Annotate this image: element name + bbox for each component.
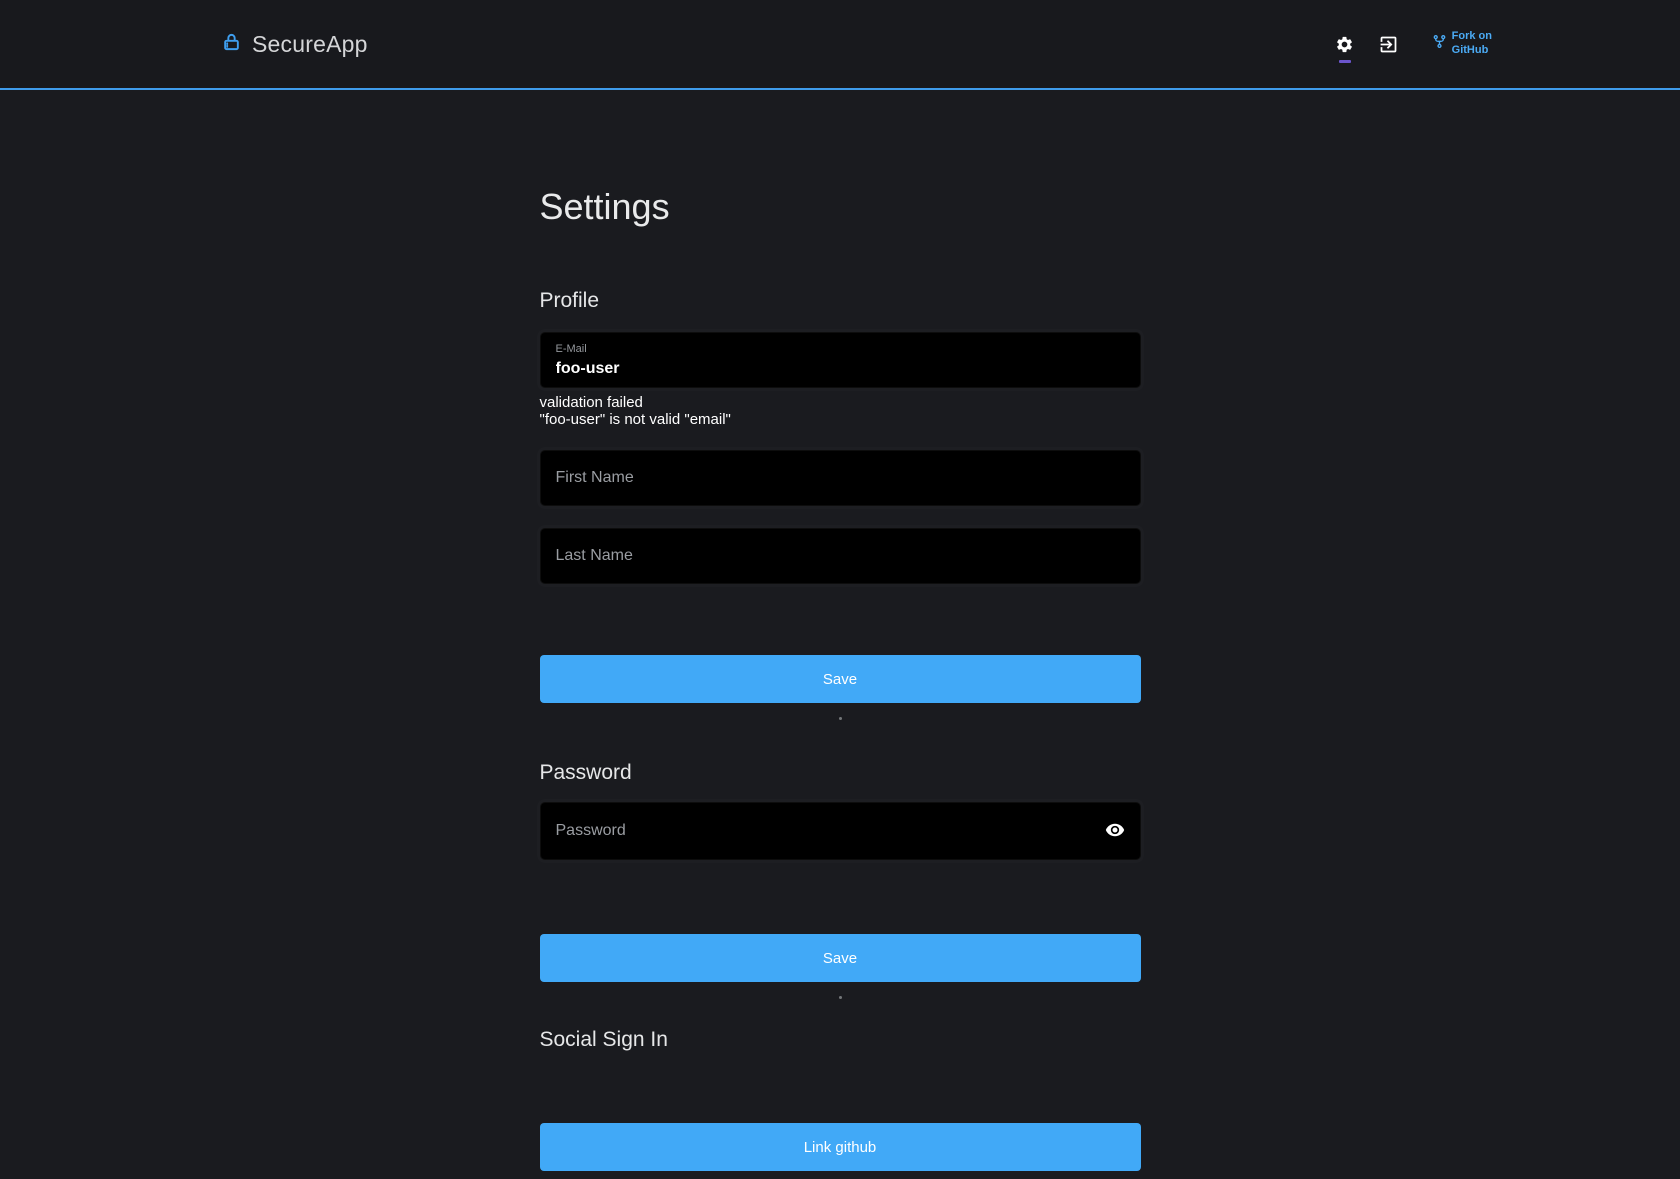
fork-on-github-link[interactable]: Fork on GitHub — [1432, 30, 1492, 58]
eye-icon — [1105, 820, 1125, 843]
toggle-password-visibility-button[interactable] — [1101, 817, 1129, 845]
last-name-input[interactable] — [541, 529, 1140, 583]
link-github-button[interactable]: Link github — [540, 1123, 1141, 1171]
email-field-label: E-Mail — [556, 342, 1125, 356]
password-section-heading: Password — [540, 760, 1141, 786]
app-header: SecureApp — [0, 0, 1680, 90]
password-save-button[interactable]: Save — [540, 934, 1141, 982]
page-title: Settings — [540, 185, 1141, 228]
profile-save-button[interactable]: Save — [540, 655, 1141, 703]
settings-button[interactable] — [1328, 27, 1362, 61]
header-actions: Fork on GitHub — [1328, 27, 1492, 61]
email-input[interactable] — [556, 358, 1125, 380]
password-field[interactable] — [540, 802, 1141, 860]
gear-icon — [1335, 35, 1354, 54]
first-name-input[interactable] — [541, 451, 1140, 505]
first-name-field[interactable] — [540, 450, 1141, 506]
profile-section-heading: Profile — [540, 288, 1141, 314]
validation-line-2: "foo-user" is not valid "email" — [540, 411, 1141, 428]
spinner-dot — [839, 996, 842, 999]
settings-page: SecureApp — [0, 0, 1680, 1179]
last-name-field[interactable] — [540, 528, 1141, 584]
logout-icon — [1378, 34, 1399, 55]
app-logo[interactable]: SecureApp — [222, 30, 368, 59]
password-input[interactable] — [541, 803, 1140, 859]
logout-button[interactable] — [1372, 27, 1406, 61]
git-fork-icon — [1432, 32, 1447, 56]
social-section-heading: Social Sign In — [540, 1027, 1141, 1053]
active-tab-indicator — [1339, 60, 1351, 63]
email-field[interactable]: E-Mail — [540, 332, 1141, 388]
fork-link-label: Fork on GitHub — [1452, 30, 1492, 58]
app-name: SecureApp — [252, 31, 368, 58]
validation-line-1: validation failed — [540, 394, 1141, 411]
lock-icon — [222, 30, 241, 59]
email-validation-error: validation failed "foo-user" is not vali… — [540, 394, 1141, 428]
settings-content: Settings Profile E-Mail validation faile… — [540, 185, 1141, 1171]
spinner-dot — [839, 717, 842, 720]
